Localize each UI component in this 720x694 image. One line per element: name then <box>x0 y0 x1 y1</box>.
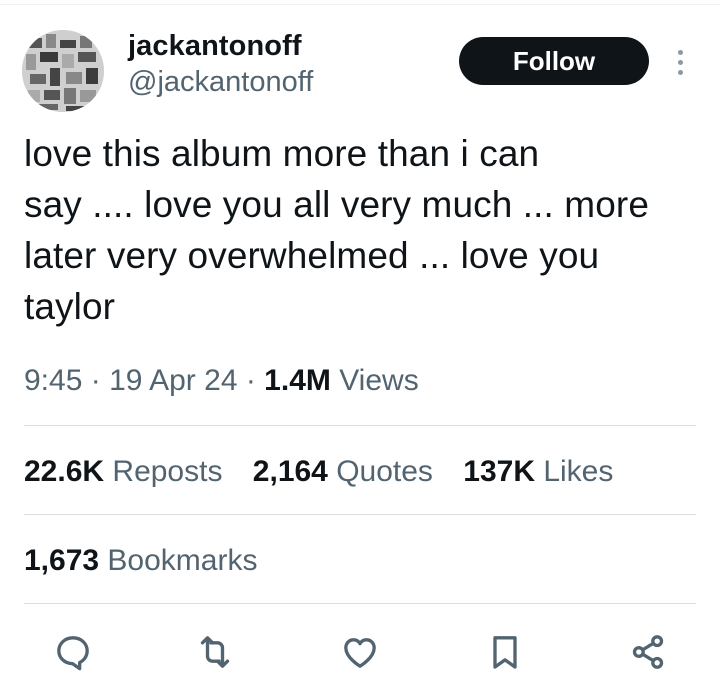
more-dot <box>677 49 683 55</box>
divider <box>24 603 696 604</box>
quotes-label: Quotes <box>327 455 433 488</box>
bookmark-button[interactable] <box>483 630 527 674</box>
engagement-stats: 22.6K Reposts 2,164 Quotes 137K Likes <box>24 453 635 491</box>
avatar[interactable] <box>22 30 104 112</box>
views-label: Views <box>330 364 419 397</box>
tweet-header: jackantonoff @jackantonoff Follow <box>22 24 698 114</box>
reposts-stat[interactable]: 22.6K Reposts <box>24 455 222 488</box>
likes-count: 137K <box>463 455 535 488</box>
divider <box>24 514 696 515</box>
meta-separator: · <box>237 364 265 397</box>
reply-icon <box>57 636 89 671</box>
tweet-text: love this album more than i can say ....… <box>24 133 649 327</box>
more-dot <box>677 69 683 75</box>
repost-button[interactable] <box>193 630 237 674</box>
action-bar <box>0 630 720 680</box>
bookmarks-count: 1,673 <box>24 544 100 577</box>
quotes-count: 2,164 <box>252 455 328 488</box>
reply-button[interactable] <box>51 630 95 674</box>
repost-icon <box>200 636 230 668</box>
author-names[interactable]: jackantonoff @jackantonoff <box>128 28 313 100</box>
like-icon <box>344 638 376 668</box>
reposts-count: 22.6K <box>24 455 105 488</box>
tweet-time[interactable]: 9:45 <box>24 364 82 397</box>
views-count[interactable]: 1.4M <box>264 364 331 397</box>
quotes-stat[interactable]: 2,164 Quotes <box>253 455 433 488</box>
tweet-date[interactable]: 19 Apr 24 <box>109 364 237 397</box>
divider <box>24 425 696 426</box>
follow-button[interactable]: Follow <box>459 37 649 85</box>
tweet-meta: 9:45 · 19 Apr 24 · 1.4M Views <box>24 362 419 400</box>
share-icon <box>632 635 664 669</box>
like-button[interactable] <box>338 630 382 674</box>
likes-label: Likes <box>535 455 614 488</box>
more-dot <box>677 59 683 65</box>
meta-separator: · <box>82 364 110 397</box>
reposts-label: Reposts <box>104 455 223 488</box>
user-handle[interactable]: @jackantonoff <box>128 64 313 100</box>
avatar-image <box>22 30 104 112</box>
bookmark-icon <box>493 636 517 669</box>
top-divider <box>0 4 720 5</box>
share-button[interactable] <box>626 630 670 674</box>
more-dots-icon[interactable] <box>668 42 692 82</box>
display-name[interactable]: jackantonoff <box>128 28 313 64</box>
bookmarks-stat[interactable]: 1,673 Bookmarks <box>24 542 257 580</box>
bookmarks-label: Bookmarks <box>99 544 258 577</box>
likes-stat[interactable]: 137K Likes <box>463 455 613 488</box>
